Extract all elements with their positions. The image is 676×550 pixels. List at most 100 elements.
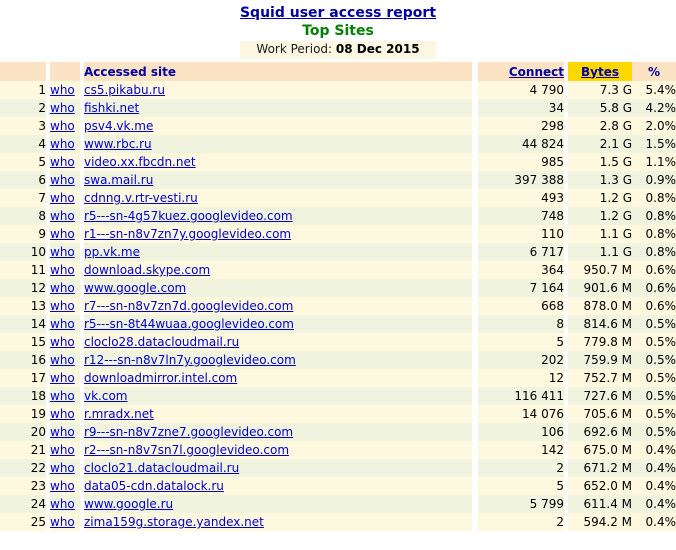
row-site-link[interactable]: www.rbc.ru <box>84 137 152 151</box>
row-who[interactable]: who <box>50 189 80 207</box>
row-who-link[interactable]: who <box>50 191 75 205</box>
row-who-link[interactable]: who <box>50 281 75 295</box>
row-site-link[interactable]: r5---sn-4g57kuez.googlevideo.com <box>84 209 293 223</box>
row-who-link[interactable]: who <box>50 407 75 421</box>
row-who-link[interactable]: who <box>50 443 75 457</box>
row-who-link[interactable]: who <box>50 299 75 313</box>
row-site-link[interactable]: fishki.net <box>84 101 139 115</box>
row-who[interactable]: who <box>50 405 80 423</box>
row-who[interactable]: who <box>50 261 80 279</box>
row-site-link[interactable]: download.skype.com <box>84 263 210 277</box>
row-who-link[interactable]: who <box>50 371 75 385</box>
row-who[interactable]: who <box>50 243 80 261</box>
row-site-link[interactable]: r12---sn-n8v7ln7y.googlevideo.com <box>84 353 296 367</box>
row-who-link[interactable]: who <box>50 515 75 529</box>
row-who[interactable]: who <box>50 333 80 351</box>
row-who[interactable]: who <box>50 387 80 405</box>
row-who[interactable]: who <box>50 99 80 117</box>
row-site[interactable]: zima159g.storage.yandex.net <box>84 513 472 531</box>
row-who-link[interactable]: who <box>50 497 75 511</box>
row-site[interactable]: data05-cdn.datalock.ru <box>84 477 472 495</box>
row-site[interactable]: r5---sn-4g57kuez.googlevideo.com <box>84 207 472 225</box>
row-site-link[interactable]: r.mradx.net <box>84 407 154 421</box>
row-who-link[interactable]: who <box>50 137 75 151</box>
row-who[interactable]: who <box>50 153 80 171</box>
row-site[interactable]: pp.vk.me <box>84 243 472 261</box>
row-who-link[interactable]: who <box>50 353 75 367</box>
row-site-link[interactable]: www.google.com <box>84 281 186 295</box>
row-who-link[interactable]: who <box>50 101 75 115</box>
row-site-link[interactable]: zima159g.storage.yandex.net <box>84 515 264 529</box>
row-who-link[interactable]: who <box>50 155 75 169</box>
row-site[interactable]: www.google.ru <box>84 495 472 513</box>
row-who[interactable]: who <box>50 135 80 153</box>
row-site[interactable]: r7---sn-n8v7zn7d.googlevideo.com <box>84 297 472 315</box>
row-site-link[interactable]: r2---sn-n8v7sn7l.googlevideo.com <box>84 443 289 457</box>
row-who-link[interactable]: who <box>50 389 75 403</box>
row-who[interactable]: who <box>50 495 80 513</box>
column-header-site[interactable]: Accessed site <box>84 62 472 81</box>
row-who-link[interactable]: who <box>50 119 75 133</box>
row-site[interactable]: r1---sn-n8v7zn7y.googlevideo.com <box>84 225 472 243</box>
row-site[interactable]: cdnng.v.rtr-vesti.ru <box>84 189 472 207</box>
row-site[interactable]: r2---sn-n8v7sn7l.googlevideo.com <box>84 441 472 459</box>
row-who[interactable]: who <box>50 315 80 333</box>
row-who[interactable]: who <box>50 207 80 225</box>
row-who-link[interactable]: who <box>50 173 75 187</box>
row-who[interactable]: who <box>50 225 80 243</box>
row-who[interactable]: who <box>50 513 80 531</box>
row-site-link[interactable]: swa.mail.ru <box>84 173 153 187</box>
row-site-link[interactable]: data05-cdn.datalock.ru <box>84 479 224 493</box>
row-site-link[interactable]: www.google.ru <box>84 497 173 511</box>
row-who[interactable]: who <box>50 351 80 369</box>
row-site[interactable]: fishki.net <box>84 99 472 117</box>
row-site[interactable]: video.xx.fbcdn.net <box>84 153 472 171</box>
row-who[interactable]: who <box>50 459 80 477</box>
row-site-link[interactable]: cloclo28.datacloudmail.ru <box>84 335 239 349</box>
row-site[interactable]: psv4.vk.me <box>84 117 472 135</box>
row-who-link[interactable]: who <box>50 263 75 277</box>
row-who-link[interactable]: who <box>50 227 75 241</box>
column-header-connect[interactable]: Connect <box>478 62 564 81</box>
row-site-link[interactable]: cloclo21.datacloudmail.ru <box>84 461 239 475</box>
row-site-link[interactable]: cdnng.v.rtr-vesti.ru <box>84 191 198 205</box>
row-who-link[interactable]: who <box>50 83 75 97</box>
row-site-link[interactable]: video.xx.fbcdn.net <box>84 155 196 169</box>
row-site-link[interactable]: pp.vk.me <box>84 245 140 259</box>
row-site-link[interactable]: vk.com <box>84 389 128 403</box>
row-who-link[interactable]: who <box>50 461 75 475</box>
row-site-link[interactable]: r5---sn-8t44wuaa.googlevideo.com <box>84 317 294 331</box>
row-site-link[interactable]: cs5.pikabu.ru <box>84 83 165 97</box>
row-who[interactable]: who <box>50 81 80 99</box>
column-header-bytes[interactable]: Bytes <box>568 62 632 81</box>
row-site-link[interactable]: r9---sn-n8v7zne7.googlevideo.com <box>84 425 293 439</box>
row-site[interactable]: r12---sn-n8v7ln7y.googlevideo.com <box>84 351 472 369</box>
row-who-link[interactable]: who <box>50 245 75 259</box>
row-who[interactable]: who <box>50 423 80 441</box>
row-who-link[interactable]: who <box>50 209 75 223</box>
report-title-link[interactable]: Squid user access report <box>240 4 436 22</box>
row-who[interactable]: who <box>50 171 80 189</box>
row-who-link[interactable]: who <box>50 317 75 331</box>
row-who[interactable]: who <box>50 369 80 387</box>
row-site-link[interactable]: psv4.vk.me <box>84 119 153 133</box>
row-site[interactable]: r9---sn-n8v7zne7.googlevideo.com <box>84 423 472 441</box>
row-site[interactable]: cs5.pikabu.ru <box>84 81 472 99</box>
row-site[interactable]: download.skype.com <box>84 261 472 279</box>
row-site-link[interactable]: r7---sn-n8v7zn7d.googlevideo.com <box>84 299 293 313</box>
row-site[interactable]: cloclo21.datacloudmail.ru <box>84 459 472 477</box>
row-site[interactable]: downloadmirror.intel.com <box>84 369 472 387</box>
row-who-link[interactable]: who <box>50 479 75 493</box>
row-who-link[interactable]: who <box>50 335 75 349</box>
row-who[interactable]: who <box>50 117 80 135</box>
row-who[interactable]: who <box>50 441 80 459</box>
row-who[interactable]: who <box>50 297 80 315</box>
row-site[interactable]: cloclo28.datacloudmail.ru <box>84 333 472 351</box>
row-site[interactable]: vk.com <box>84 387 472 405</box>
row-site[interactable]: swa.mail.ru <box>84 171 472 189</box>
row-who[interactable]: who <box>50 477 80 495</box>
row-who-link[interactable]: who <box>50 425 75 439</box>
row-site[interactable]: r5---sn-8t44wuaa.googlevideo.com <box>84 315 472 333</box>
row-who[interactable]: who <box>50 279 80 297</box>
row-site-link[interactable]: downloadmirror.intel.com <box>84 371 237 385</box>
